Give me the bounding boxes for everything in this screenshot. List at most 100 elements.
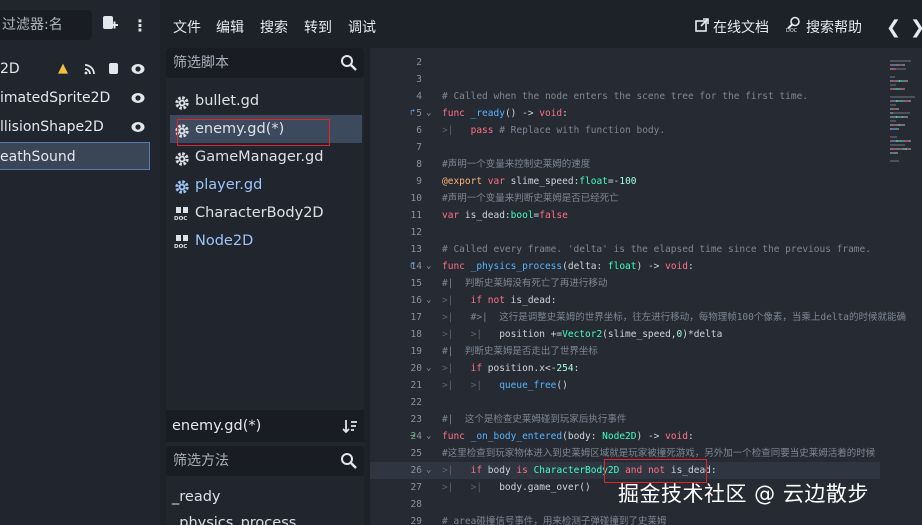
code-line[interactable]: 29 # area碰撞信号事件，用来检测子弹碰撞到了史莱姆	[370, 513, 880, 525]
signal-connection-icon[interactable]: ⇥	[410, 428, 422, 445]
minimap-line	[908, 140, 911, 142]
code-token: :	[688, 431, 694, 442]
code-line[interactable]: 11 var is_dead:bool=false	[370, 207, 880, 224]
scene-node-label: llisionShape2D	[0, 119, 104, 135]
script-item-player[interactable]: player.gd	[170, 171, 362, 199]
code-line[interactable]: 4 # Called when the node enters the scene…	[370, 88, 880, 105]
line-number: 7	[416, 142, 422, 153]
code-line[interactable]: 12	[370, 224, 880, 241]
menu-goto[interactable]: 转到	[304, 10, 332, 46]
signal-icon[interactable]	[84, 55, 97, 86]
code-line[interactable]: 20 ⌄ >| if position.x<-254:	[370, 360, 880, 377]
fold-chevron-icon[interactable]: ⌄	[426, 428, 438, 445]
code-line[interactable]: 17 >| #>| 这行是调整史莱姆的世界坐标，往左进行移动，每物理帧100个像素…	[370, 309, 906, 326]
line-number: 21	[410, 380, 422, 391]
scene-filter-input[interactable]: 过滤器:名	[0, 10, 92, 40]
scene-node-2d[interactable]: 2D ▲	[0, 55, 150, 83]
fold-chevron-icon[interactable]: ⌄	[426, 292, 438, 309]
menu-debug[interactable]: 调试	[348, 10, 376, 46]
code-token: queue_free	[499, 380, 557, 391]
search-help-button[interactable]: DOC 搜索帮助	[786, 10, 862, 46]
line-number: 22	[410, 397, 422, 408]
highlight-box-enemy-script	[177, 119, 330, 146]
minimap-line	[890, 120, 896, 122]
sort-icon[interactable]	[342, 418, 358, 434]
code-token: :	[562, 108, 568, 119]
code-token: #| 判断史莱姆是否走出了世界坐标	[442, 346, 598, 357]
script-attached-icon[interactable]	[107, 55, 120, 86]
method-item-physics-process[interactable]: _physics_process	[172, 515, 296, 525]
method-item-ready[interactable]: _ready	[172, 489, 220, 505]
code-line[interactable]: 6 >| pass # Replace with function body.	[370, 122, 880, 139]
code-token: 100	[619, 176, 637, 187]
code-token: slime_speed:	[510, 176, 580, 187]
add-script-icon[interactable]	[98, 14, 122, 38]
script-item-label: GameManager.gd	[195, 149, 324, 165]
code-line[interactable]: 5 ↱ ⌄ func _ready() -> void:	[370, 105, 880, 122]
search-icon	[340, 452, 358, 470]
script-item-gamemanager[interactable]: GameManager.gd	[170, 143, 362, 171]
visibility-eye-icon[interactable]	[131, 84, 145, 115]
visibility-eye-icon[interactable]	[131, 55, 145, 86]
override-arrow-icon[interactable]: ↱	[410, 105, 422, 122]
scene-node-death-sound[interactable]: eathSound	[0, 142, 150, 170]
menu-search[interactable]: 搜索	[260, 10, 288, 46]
code-line[interactable]: 10 #声明一个变量来判断史莱姆是否已经死亡	[370, 190, 880, 207]
current-script-name: enemy.gd(*)	[172, 418, 262, 434]
script-item-characterbody2d[interactable]: DOC CharacterBody2D	[170, 199, 362, 227]
code-minimap[interactable]	[880, 48, 922, 178]
code-line[interactable]: 13 # Called every frame. 'delta' is the e…	[370, 241, 880, 258]
visibility-eye-icon[interactable]	[131, 113, 145, 144]
code-text: # Called when the node enters the scene …	[442, 88, 808, 105]
minimap-line	[905, 80, 908, 82]
script-item-node2d[interactable]: DOC Node2D	[170, 227, 362, 255]
warning-icon[interactable]: ▲	[58, 55, 68, 83]
menu-edit[interactable]: 编辑	[216, 10, 244, 46]
code-line[interactable]: 16 ⌄ >| if not is_dead:	[370, 292, 880, 309]
method-filter-input[interactable]: 筛选方法	[166, 446, 364, 476]
current-script-row: enemy.gd(*)	[166, 410, 364, 442]
fold-chevron-icon[interactable]: ⌄	[426, 462, 438, 479]
minimap-line	[890, 84, 896, 86]
code-line[interactable]: 21 >| >| queue_free()	[370, 377, 880, 394]
code-line[interactable]: 18 >| >| position +=Vector2(slime_speed,0…	[370, 326, 880, 343]
code-token: #声明一个变量来判断史莱姆是否已经死亡	[442, 193, 619, 204]
chevron-right-icon[interactable]: ❯	[910, 10, 922, 46]
code-line[interactable]: 22	[370, 394, 880, 411]
code-line[interactable]: 15 #| 判断史莱姆没有死亡了再进行移动	[370, 275, 880, 292]
code-line[interactable]: 23 #| 这个是检查史莱姆碰到玩家后执行事件	[370, 411, 880, 428]
scene-node-animated-sprite[interactable]: imatedSprite2D	[0, 84, 150, 112]
override-arrow-icon[interactable]: ↱	[410, 258, 422, 275]
code-token: _ready	[470, 108, 505, 119]
menu-file[interactable]: 文件	[173, 10, 201, 46]
fold-chevron-icon[interactable]: ⌄	[426, 258, 438, 275]
code-line[interactable]: 7	[370, 139, 880, 156]
code-text: >| if position.x<-254:	[442, 360, 579, 377]
code-token: body	[487, 465, 517, 476]
script-item-label: CharacterBody2D	[195, 205, 324, 221]
code-line[interactable]: 24 ⇥ ⌄ func _on_body_entered(body: Node2D) …	[370, 428, 880, 445]
online-docs-button[interactable]: 在线文档	[695, 10, 769, 46]
line-number: 18	[410, 329, 422, 340]
more-options-icon[interactable]: ⋮	[132, 14, 148, 38]
script-filter-input[interactable]: 筛选脚本	[166, 48, 364, 78]
minimap-line	[890, 60, 911, 62]
code-line[interactable]: 2	[370, 54, 880, 71]
line-number: 28	[410, 499, 422, 510]
code-token: >|	[442, 465, 471, 476]
fold-chevron-icon[interactable]: ⌄	[426, 105, 438, 122]
code-line[interactable]: 8 #声明一个变量来控制史莱姆的速度	[370, 156, 880, 173]
code-line[interactable]: 9 @export var slime_speed:float=-100	[370, 173, 880, 190]
search-help-label: 搜索帮助	[806, 20, 862, 36]
code-line[interactable]: 14 ↱ ⌄ func _physics_process(delta: float) …	[370, 258, 880, 275]
code-line[interactable]: 3	[370, 71, 880, 88]
fold-chevron-icon[interactable]: ⌄	[426, 360, 438, 377]
code-token: void	[539, 108, 563, 119]
code-text: #| 判断史莱姆是否走出了世界坐标	[442, 343, 598, 360]
script-item-bullet[interactable]: bullet.gd	[170, 87, 362, 115]
code-editor[interactable]: 2 3 4 # Called when the node enters the sce…	[370, 48, 922, 525]
code-line[interactable]: 19 #| 判断史莱姆是否走出了世界坐标	[370, 343, 880, 360]
scene-node-collision-shape[interactable]: llisionShape2D	[0, 113, 150, 141]
chevron-left-icon[interactable]: ❮	[886, 10, 901, 46]
line-number: 2	[416, 57, 422, 68]
